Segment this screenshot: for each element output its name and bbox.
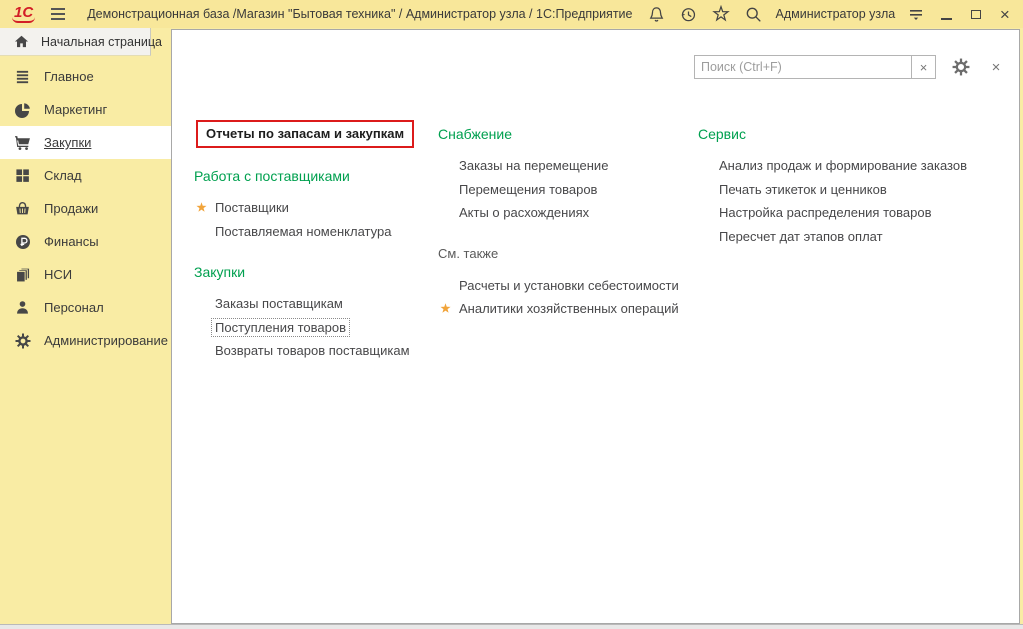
group-title-purchases: Закупки — [194, 264, 432, 281]
search-input[interactable] — [694, 55, 912, 79]
panel-column-1: Отчеты по запасам и закупкам Работа с по… — [194, 120, 432, 363]
sidebar-item-label: Закупки — [44, 135, 91, 150]
window-title: Демонстрационная база /Магазин "Бытовая … — [87, 7, 632, 21]
basket-icon — [14, 200, 31, 217]
favorite-star-icon[interactable] — [195, 201, 208, 214]
current-user-label[interactable]: Администратор узла — [776, 7, 896, 21]
list-item[interactable]: Поставляемая номенклатура — [194, 220, 432, 244]
group-see-also: См. также Расчеты и установки себестоимо… — [438, 246, 688, 321]
panel-settings-gear-icon[interactable] — [951, 57, 971, 77]
boxes-grid-icon — [14, 167, 31, 184]
list-item[interactable]: Перемещения товаров — [438, 178, 688, 202]
command-link[interactable]: Поставляемая номенклатура — [211, 222, 395, 241]
highlighted-command-reports[interactable]: Отчеты по запасам и закупкам — [196, 120, 414, 148]
list-item[interactable]: Возвраты товаров поставщикам — [194, 339, 432, 363]
command-link[interactable]: Анализ продаж и формирование заказов — [715, 156, 971, 175]
list-item[interactable]: Анализ продаж и формирование заказов — [698, 154, 998, 178]
group-purchases: Закупки Заказы поставщикам Поступления т… — [194, 264, 432, 363]
ruble-coin-icon — [14, 233, 31, 250]
list-item[interactable]: Поставщики — [194, 196, 432, 220]
command-link[interactable]: Заказы поставщикам — [211, 294, 347, 313]
main-menu-icon[interactable] — [51, 8, 65, 20]
panel-column-2: Снабжение Заказы на перемещение Перемеще… — [438, 126, 688, 321]
command-link[interactable]: Настройка распределения товаров — [715, 203, 935, 222]
sidebar-item-label: Начальная страница — [41, 35, 162, 49]
sidebar-item-label: НСИ — [44, 267, 72, 282]
list-item[interactable]: Заказы поставщикам — [194, 292, 432, 316]
sidebar-item-sklad[interactable]: Склад — [0, 159, 172, 192]
maximize-button[interactable] — [968, 4, 984, 24]
list-item-focused[interactable]: Поступления товаров — [194, 316, 432, 340]
sidebar-item-administrirovanie[interactable]: Администрирование — [0, 324, 172, 357]
person-icon — [14, 299, 31, 316]
panel-close-icon[interactable]: × — [987, 59, 1005, 76]
1c-logo: 1С — [12, 5, 35, 23]
window-bottom-border — [0, 624, 1023, 629]
command-link[interactable]: Расчеты и установки себестоимости — [455, 276, 683, 295]
section-panel: Начальная страница Главное Маркетинг — [0, 28, 172, 624]
sidebar-item-label: Склад — [44, 168, 82, 183]
command-link[interactable]: Возвраты товаров поставщикам — [211, 341, 414, 360]
command-link[interactable]: Перемещения товаров — [455, 180, 601, 199]
documents-stack-icon — [14, 266, 31, 283]
command-link[interactable]: Пересчет дат этапов оплат — [715, 227, 887, 246]
service-menu-icon[interactable] — [907, 4, 925, 24]
function-panel: × × Отчеты по запасам и закупкам Работа — [171, 29, 1020, 624]
history-icon[interactable] — [680, 4, 697, 24]
home-icon — [13, 33, 30, 50]
global-search-icon[interactable] — [745, 4, 762, 24]
list-item[interactable]: Печать этикеток и ценников — [698, 178, 998, 202]
sidebar-item-label: Продажи — [44, 201, 98, 216]
group-title-service: Сервис — [698, 126, 998, 143]
panel-search-row: × × — [694, 55, 1005, 79]
sidebar-item-home[interactable]: Начальная страница — [0, 28, 151, 56]
sidebar-item-finansy[interactable]: Финансы — [0, 225, 172, 258]
command-link[interactable]: Аналитики хозяйственных операций — [455, 299, 683, 318]
favorites-star-icon[interactable] — [712, 4, 730, 24]
gear-icon — [14, 332, 31, 349]
shopping-cart-icon — [14, 134, 31, 151]
notifications-bell-icon[interactable] — [648, 4, 665, 24]
list-item[interactable]: Пересчет дат этапов оплат — [698, 225, 998, 249]
sidebar-item-label: Финансы — [44, 234, 99, 249]
list-item[interactable]: Заказы на перемещение — [438, 154, 688, 178]
search-clear-icon[interactable]: × — [911, 55, 936, 79]
group-supply: Снабжение Заказы на перемещение Перемеще… — [438, 126, 688, 225]
list-item[interactable]: Аналитики хозяйственных операций — [438, 297, 688, 321]
command-link[interactable]: Печать этикеток и ценников — [715, 180, 891, 199]
sidebar-item-label: Маркетинг — [44, 102, 107, 117]
sidebar-menu: Главное Маркетинг Закупки — [0, 60, 172, 357]
command-link[interactable]: Поставщики — [211, 198, 293, 217]
sidebar-item-label: Администрирование — [44, 333, 168, 348]
sidebar-item-personal[interactable]: Персонал — [0, 291, 172, 324]
group-title-supply: Снабжение — [438, 126, 688, 143]
group-suppliers: Работа с поставщиками Поставщики Поставл… — [194, 168, 432, 243]
list-item[interactable]: Настройка распределения товаров — [698, 201, 998, 225]
menu-lines-icon — [14, 68, 31, 85]
group-service: Сервис Анализ продаж и формирование зака… — [698, 126, 998, 248]
sidebar-item-prodazhi[interactable]: Продажи — [0, 192, 172, 225]
close-window-button[interactable]: × — [997, 4, 1013, 24]
command-link[interactable]: Заказы на перемещение — [455, 156, 612, 175]
group-title-see-also: См. также — [438, 246, 688, 263]
command-link[interactable]: Акты о расхождениях — [455, 203, 593, 222]
sidebar-item-label: Главное — [44, 69, 94, 84]
sidebar-item-zakupki[interactable]: Закупки — [0, 126, 172, 159]
sidebar-item-label: Персонал — [44, 300, 104, 315]
minimize-button[interactable] — [938, 4, 954, 24]
favorite-star-icon[interactable] — [439, 302, 452, 315]
sidebar-item-nsi[interactable]: НСИ — [0, 258, 172, 291]
list-item[interactable]: Акты о расхождениях — [438, 201, 688, 225]
panel-column-3: Сервис Анализ продаж и формирование зака… — [698, 126, 998, 248]
title-bar: 1С Демонстрационная база /Магазин "Бытов… — [0, 0, 1023, 28]
list-item[interactable]: Расчеты и установки себестоимости — [438, 274, 688, 298]
group-title-suppliers: Работа с поставщиками — [194, 168, 432, 185]
sidebar-item-marketing[interactable]: Маркетинг — [0, 93, 172, 126]
sidebar-item-glavnoe[interactable]: Главное — [0, 60, 172, 93]
command-link[interactable]: Поступления товаров — [211, 318, 350, 337]
pie-chart-icon — [14, 101, 31, 118]
